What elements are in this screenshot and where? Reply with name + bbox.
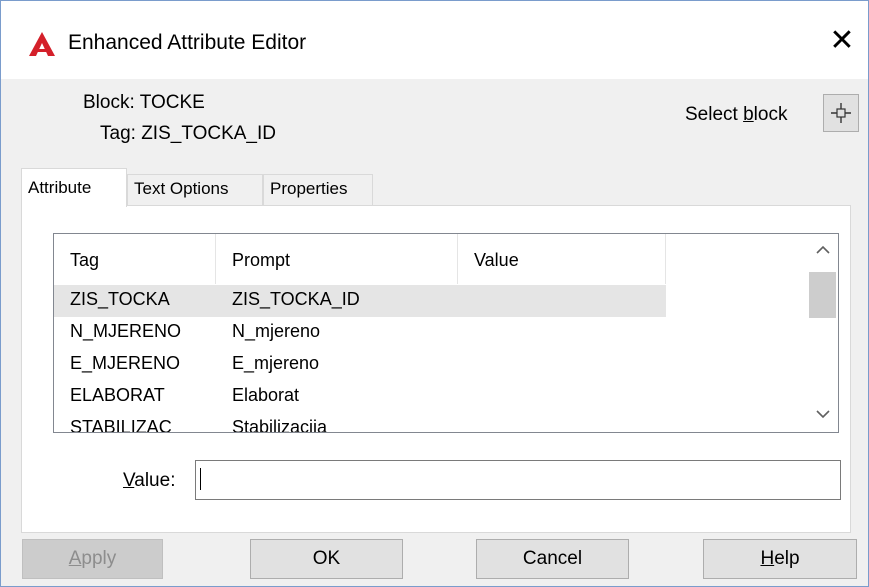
column-header-tag[interactable]: Tag	[54, 234, 216, 284]
text-cursor	[200, 468, 201, 490]
cell-tag: E_MJERENO	[70, 353, 181, 373]
close-button[interactable]: ✕	[822, 21, 862, 61]
tag-value: ZIS_TOCKA_ID	[141, 123, 277, 144]
cell-prompt: ZIS_TOCKA_ID	[232, 289, 360, 309]
table-row[interactable]: N_MJERENO N_mjereno	[54, 317, 666, 349]
scroll-up-arrow-icon[interactable]	[808, 234, 838, 268]
help-button[interactable]: Help	[703, 539, 857, 579]
table-row[interactable]: STABILIZAC Stabilizacija	[54, 413, 666, 433]
block-info: Block: TOCKE	[83, 92, 205, 114]
cell-prompt: Stabilizacija	[232, 417, 328, 433]
autocad-logo-icon	[29, 32, 55, 56]
tag-label: Tag:	[100, 123, 136, 144]
value-label: Value:	[123, 470, 176, 491]
table-row[interactable]: ELABORAT Elaborat	[54, 381, 666, 413]
block-label: Block:	[83, 92, 135, 113]
ok-button[interactable]: OK	[250, 539, 403, 579]
scroll-down-arrow-icon[interactable]	[808, 398, 838, 432]
cancel-button[interactable]: Cancel	[476, 539, 629, 579]
vertical-scrollbar[interactable]	[808, 234, 838, 432]
column-header-prompt[interactable]: Prompt	[216, 234, 458, 284]
apply-button[interactable]: Apply	[22, 539, 163, 579]
cell-prompt: Elaborat	[232, 385, 300, 405]
tab-text-options[interactable]: Text Options	[127, 174, 263, 206]
table-row[interactable]: E_MJERENO E_mjereno	[54, 349, 666, 381]
tab-properties[interactable]: Properties	[263, 174, 373, 206]
select-block-label: Select block	[685, 104, 788, 125]
column-header-value[interactable]: Value	[458, 234, 666, 284]
table-row[interactable]: ZIS_TOCKA ZIS_TOCKA_ID	[54, 285, 666, 317]
tag-info: Tag: ZIS_TOCKA_ID	[100, 123, 276, 145]
block-value: TOCKE	[139, 92, 205, 113]
tab-attribute[interactable]: Attribute	[21, 168, 127, 207]
title-bar[interactable]: Enhanced Attribute Editor ✕	[1, 1, 868, 79]
cell-tag: ELABORAT	[70, 385, 165, 405]
cell-prompt: N_mjereno	[232, 321, 321, 341]
cell-tag: N_MJERENO	[70, 321, 182, 341]
scroll-thumb[interactable]	[809, 272, 836, 318]
cell-prompt: E_mjereno	[232, 353, 320, 373]
cell-tag: STABILIZAC	[70, 417, 172, 433]
attribute-list[interactable]: Tag Prompt Value ZIS_TOCKA ZIS_TOCKA_ID …	[53, 233, 839, 433]
attribute-editor-dialog: Enhanced Attribute Editor ✕ Block: TOCKE…	[0, 0, 869, 587]
window-title: Enhanced Attribute Editor	[68, 31, 307, 54]
select-block-button[interactable]	[823, 94, 859, 132]
pick-crosshair-icon	[831, 103, 851, 123]
cell-tag: ZIS_TOCKA	[70, 289, 170, 309]
value-input[interactable]	[195, 460, 841, 500]
